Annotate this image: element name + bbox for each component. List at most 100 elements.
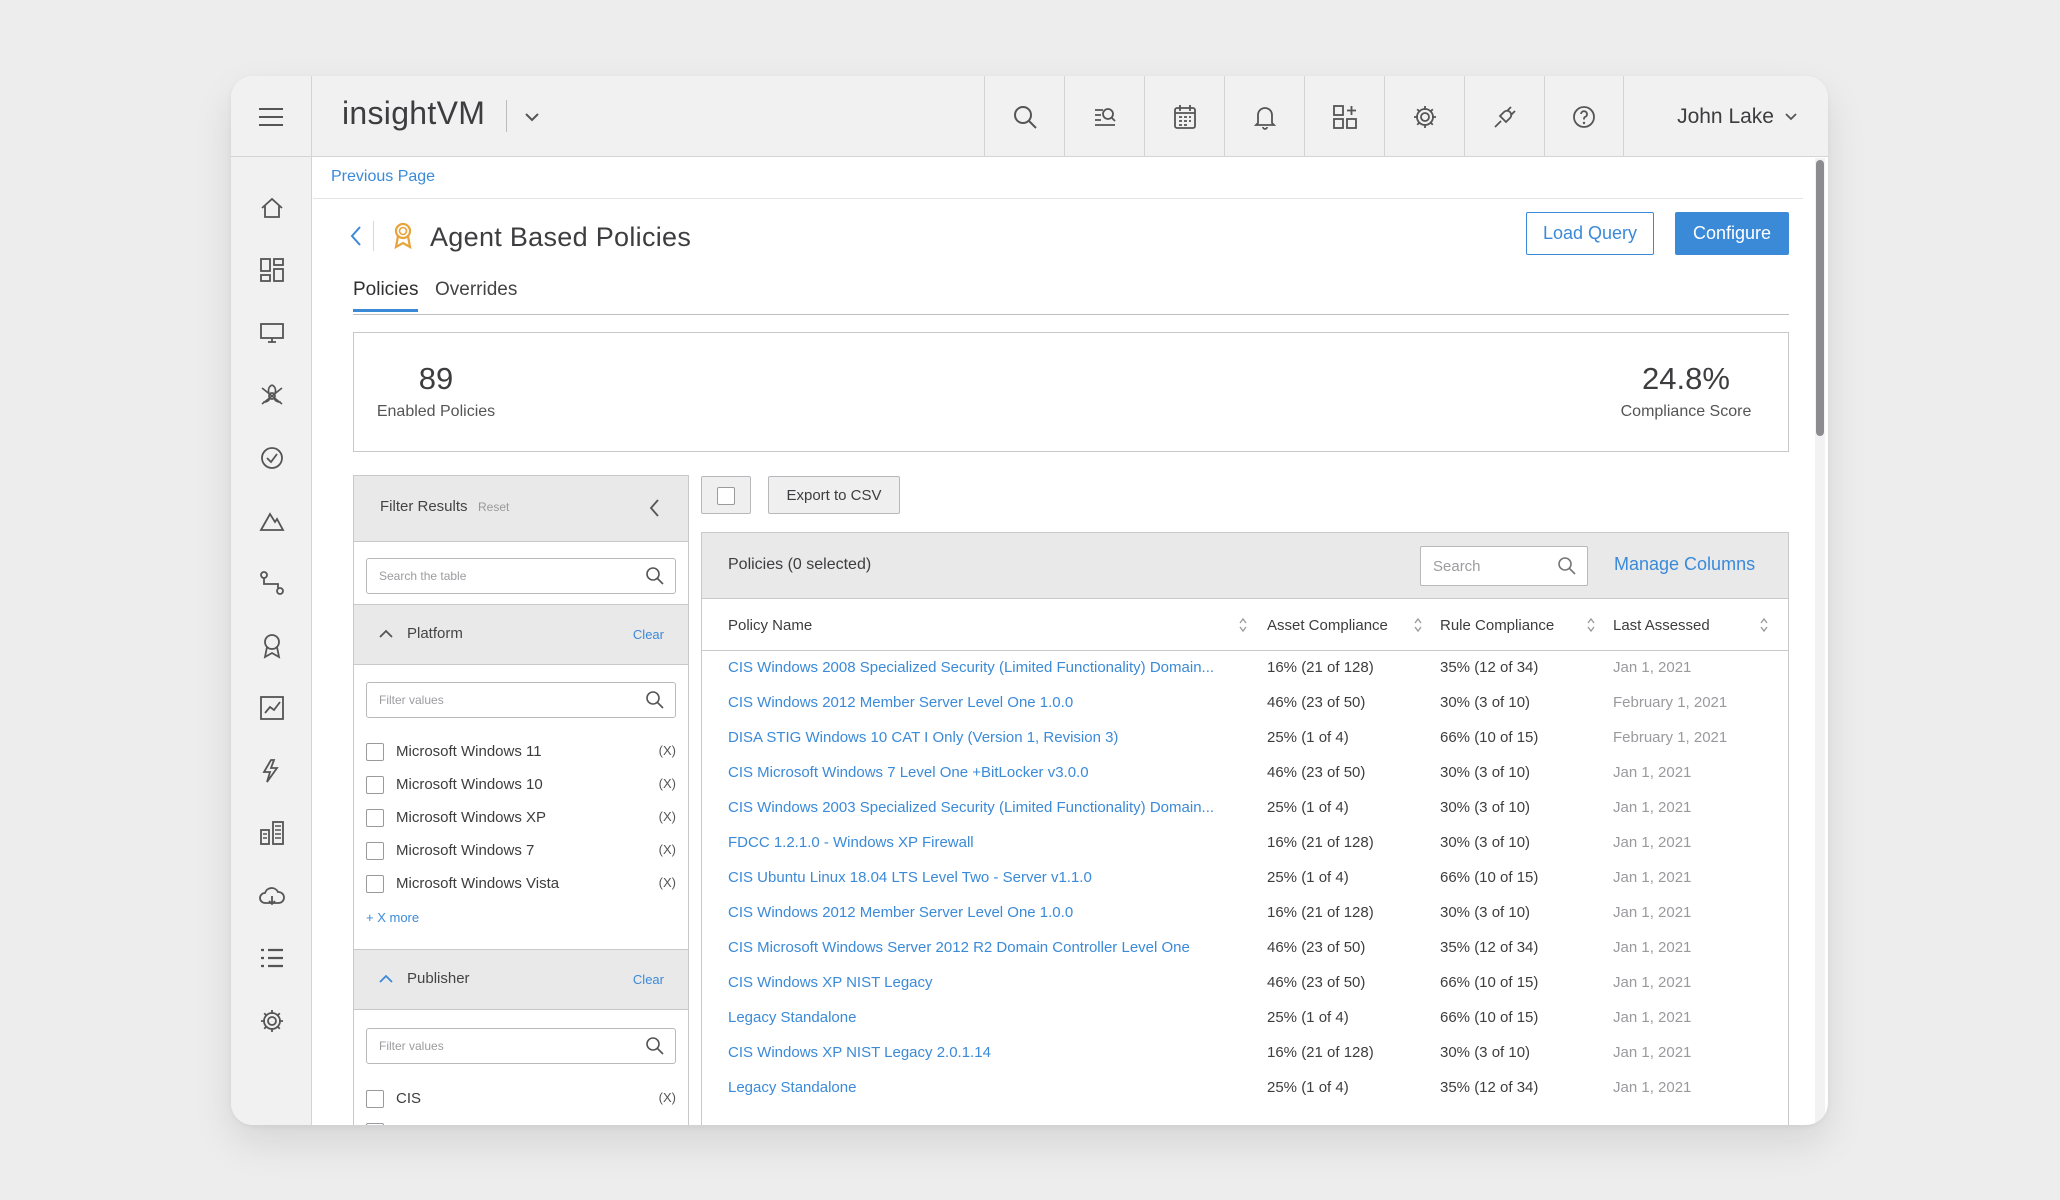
policy-name-link[interactable]: Legacy Standalone	[728, 1079, 1244, 1096]
tab-overrides[interactable]: Overrides	[435, 279, 517, 309]
table-row[interactable]: DISA STIG Windows 10 CAT I Only (Version…	[702, 722, 1788, 757]
user-menu[interactable]: John Lake	[1677, 76, 1798, 157]
policy-name-link[interactable]: CIS Ubuntu Linux 18.04 LTS Level Two - S…	[728, 869, 1244, 886]
checkbox[interactable]	[366, 1090, 384, 1108]
previous-page-link[interactable]: Previous Page	[331, 168, 435, 185]
filter-reset-link[interactable]: Reset	[478, 500, 509, 514]
export-csv-button[interactable]: Export to CSV	[768, 476, 900, 514]
brand-logo[interactable]: insightVM	[342, 95, 485, 132]
platform-option[interactable]: Microsoft Windows 7 (X)	[366, 839, 678, 865]
sort-icon[interactable]	[1238, 617, 1248, 633]
table-row[interactable]: CIS Microsoft Windows Server 2012 R2 Dom…	[702, 932, 1788, 967]
table-row[interactable]: FDCC 1.2.1.0 - Windows XP Firewall 16% (…	[702, 827, 1788, 862]
column-header-asset-compliance[interactable]: Asset Compliance	[1267, 617, 1388, 634]
checkbox[interactable]	[366, 1123, 384, 1125]
nav-settings[interactable]	[231, 999, 312, 1043]
add-widget-button[interactable]	[1304, 76, 1384, 157]
publisher-section-header[interactable]: Publisher Clear	[354, 949, 688, 1010]
scrollbar-thumb[interactable]	[1816, 160, 1824, 436]
policy-name-link[interactable]: CIS Windows 2012 Member Server Level One…	[728, 904, 1244, 921]
policy-name-link[interactable]: CIS Windows XP NIST Legacy	[728, 974, 1244, 991]
select-all-checkbox[interactable]	[717, 487, 735, 505]
publisher-filter-input[interactable]	[367, 1029, 614, 1063]
search-button[interactable]	[984, 76, 1064, 157]
product-switcher-chevron-icon[interactable]	[521, 106, 543, 128]
table-search-field[interactable]	[1420, 546, 1588, 586]
nav-attack-path[interactable]	[231, 561, 312, 605]
table-row[interactable]: CIS Windows XP NIST Legacy 2.0.1.14 16% …	[702, 1037, 1788, 1072]
policy-name-link[interactable]: DISA STIG Windows 10 CAT I Only (Version…	[728, 729, 1244, 746]
platform-option[interactable]: Microsoft Windows 10 (X)	[366, 773, 678, 799]
column-header-policy-name[interactable]: Policy Name	[728, 617, 812, 634]
nav-remediation[interactable]	[231, 436, 312, 480]
calendar-button[interactable]	[1144, 76, 1224, 157]
table-row[interactable]: CIS Windows 2012 Member Server Level One…	[702, 897, 1788, 932]
collapse-chevron-icon[interactable]	[648, 498, 660, 518]
select-all-button[interactable]	[701, 476, 751, 514]
table-row[interactable]: CIS Windows 2012 Member Server Level One…	[702, 687, 1788, 722]
nav-dashboards[interactable]	[231, 248, 312, 292]
policy-name-link[interactable]: CIS Windows 2003 Specialized Security (L…	[728, 799, 1244, 816]
policy-name-link[interactable]: CIS Microsoft Windows 7 Level One +BitLo…	[728, 764, 1244, 781]
table-row[interactable]: CIS Windows 2008 Specialized Security (L…	[702, 652, 1788, 687]
sort-icon[interactable]	[1586, 617, 1596, 633]
table-search-input[interactable]	[367, 559, 614, 593]
platform-option[interactable]: Microsoft Windows 11 (X)	[366, 740, 678, 766]
platform-filter-field[interactable]	[366, 682, 676, 718]
nav-home[interactable]	[231, 186, 312, 230]
table-search-field[interactable]	[366, 558, 676, 594]
table-row[interactable]: CIS Ubuntu Linux 18.04 LTS Level Two - S…	[702, 862, 1788, 897]
menu-button[interactable]	[231, 76, 312, 157]
policy-name-link[interactable]: Legacy Standalone	[728, 1009, 1244, 1026]
checkbox[interactable]	[366, 809, 384, 827]
platform-filter-input[interactable]	[367, 683, 614, 717]
checkbox[interactable]	[366, 875, 384, 893]
nav-policies[interactable]	[231, 624, 312, 668]
column-header-rule-compliance[interactable]: Rule Compliance	[1440, 617, 1554, 634]
publisher-option[interactable]	[366, 1120, 678, 1125]
policy-name-link[interactable]: CIS Windows 2012 Member Server Level One…	[728, 694, 1244, 711]
platform-clear-link[interactable]: Clear	[633, 627, 664, 642]
checkbox[interactable]	[366, 776, 384, 794]
nav-vulnerabilities[interactable]	[231, 373, 312, 417]
nav-assets[interactable]	[231, 311, 312, 355]
column-header-last-assessed[interactable]: Last Assessed	[1613, 617, 1710, 634]
notifications-button[interactable]	[1224, 76, 1304, 157]
table-row[interactable]: CIS Windows 2003 Specialized Security (L…	[702, 792, 1788, 827]
nav-lists[interactable]	[231, 936, 312, 980]
nav-reports[interactable]	[231, 686, 312, 730]
publisher-filter-field[interactable]	[366, 1028, 676, 1064]
nav-modules[interactable]	[231, 811, 312, 855]
table-row[interactable]: CIS Windows XP NIST Legacy 46% (23 of 50…	[702, 967, 1788, 1002]
publisher-clear-link[interactable]: Clear	[633, 972, 664, 987]
policy-name-link[interactable]: CIS Windows XP NIST Legacy 2.0.1.14	[728, 1044, 1244, 1061]
show-more-link[interactable]: + X more	[366, 910, 419, 925]
policy-name-link[interactable]: CIS Microsoft Windows Server 2012 R2 Dom…	[728, 939, 1244, 956]
nav-cloud[interactable]	[231, 874, 312, 918]
platform-option[interactable]: Microsoft Windows Vista (X)	[366, 872, 678, 898]
sort-icon[interactable]	[1759, 617, 1769, 633]
load-query-button[interactable]: Load Query	[1526, 212, 1654, 255]
configure-button[interactable]: Configure	[1675, 212, 1789, 255]
nav-threats[interactable]	[231, 499, 312, 543]
table-row[interactable]: CIS Microsoft Windows 7 Level One +BitLo…	[702, 757, 1788, 792]
policy-name-link[interactable]: CIS Windows 2008 Specialized Security (L…	[728, 659, 1244, 676]
scan-search-button[interactable]	[1064, 76, 1144, 157]
nav-automation[interactable]	[231, 749, 312, 793]
table-search-input[interactable]	[1421, 547, 1554, 585]
table-row[interactable]: Legacy Standalone 25% (1 of 4) 35% (12 o…	[702, 1072, 1788, 1107]
table-row[interactable]: Legacy Standalone 25% (1 of 4) 66% (10 o…	[702, 1002, 1788, 1037]
checkbox[interactable]	[366, 842, 384, 860]
integrations-button[interactable]	[1464, 76, 1544, 157]
manage-columns-link[interactable]: Manage Columns	[1614, 554, 1755, 575]
policy-name-link[interactable]: FDCC 1.2.1.0 - Windows XP Firewall	[728, 834, 1244, 851]
checkbox[interactable]	[366, 743, 384, 761]
platform-option[interactable]: Microsoft Windows XP (X)	[366, 806, 678, 832]
sort-icon[interactable]	[1413, 617, 1423, 633]
publisher-option[interactable]: CIS (X)	[366, 1087, 678, 1113]
tab-policies[interactable]: Policies	[353, 279, 419, 312]
settings-button[interactable]	[1384, 76, 1464, 157]
back-chevron-icon[interactable]	[349, 225, 363, 247]
help-button[interactable]	[1544, 76, 1624, 157]
platform-section-header[interactable]: Platform Clear	[354, 604, 688, 665]
